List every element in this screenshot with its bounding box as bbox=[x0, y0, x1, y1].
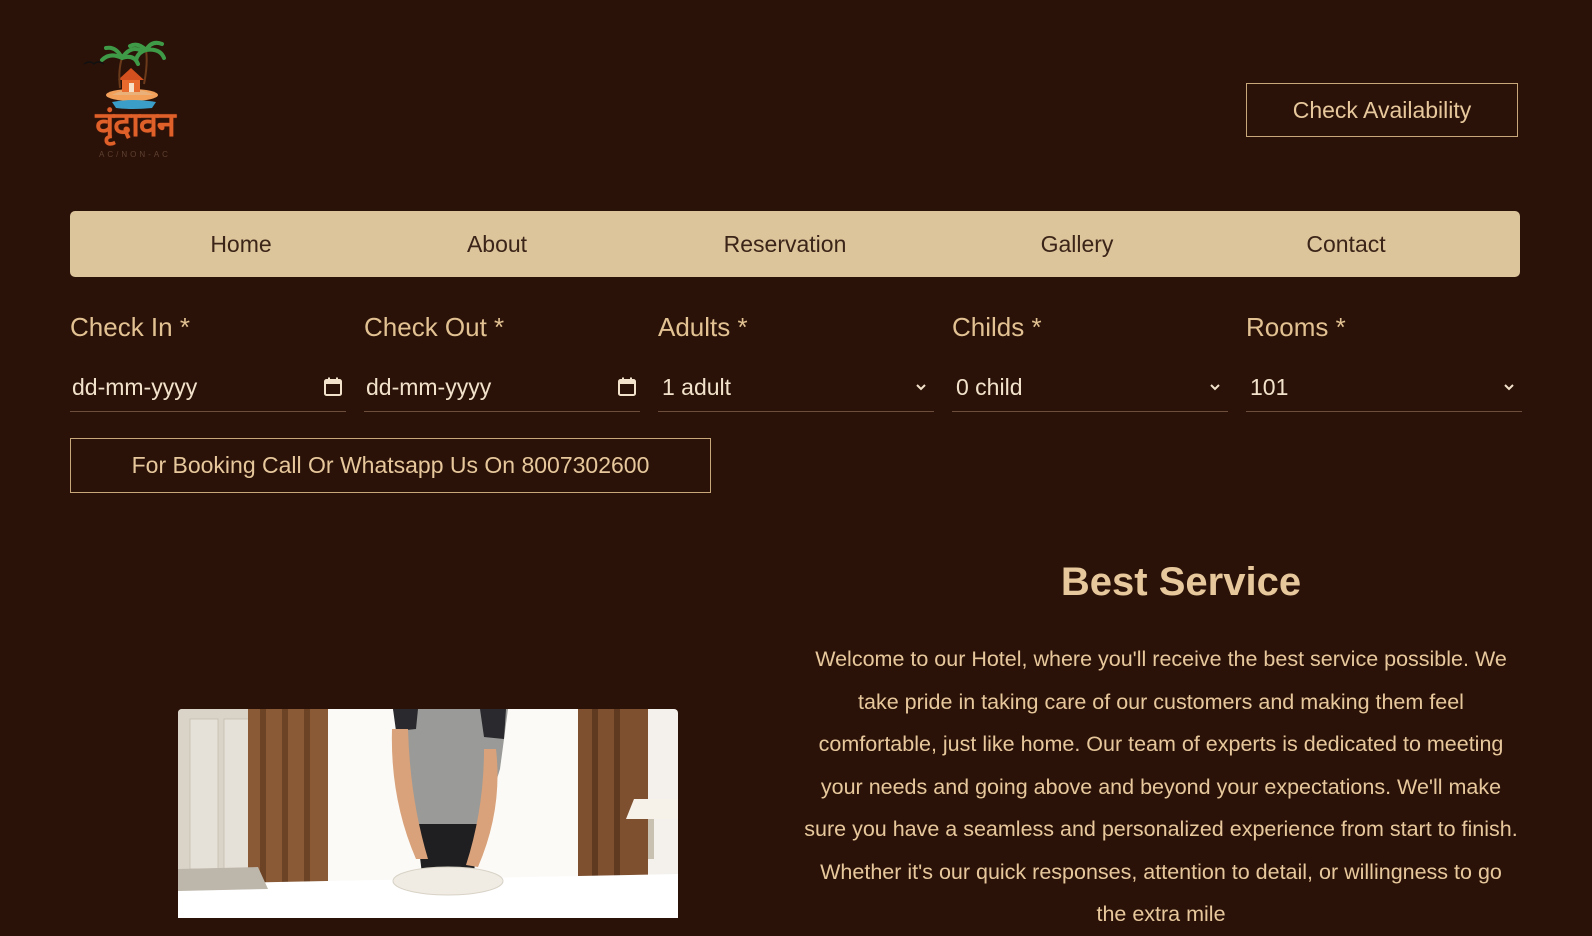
childs-field: Childs * 0 child bbox=[952, 312, 1228, 414]
nav-item-contact[interactable]: Contact bbox=[1306, 211, 1385, 277]
adults-value: 1 adult bbox=[662, 374, 732, 400]
booking-contact-note: For Booking Call Or Whatsapp Us On 80073… bbox=[70, 438, 711, 493]
chevron-down-icon bbox=[916, 384, 926, 391]
childs-select[interactable]: 0 child bbox=[952, 366, 1228, 412]
nav-item-about[interactable]: About bbox=[467, 211, 527, 277]
check-availability-button[interactable]: Check Availability bbox=[1246, 83, 1518, 137]
main-navigation: Home About Reservation Gallery Contact bbox=[70, 211, 1520, 277]
adults-field: Adults * 1 adult bbox=[658, 312, 934, 414]
rooms-field: Rooms * 101 bbox=[1246, 312, 1522, 414]
check-out-label: Check Out * bbox=[364, 312, 505, 342]
childs-label: Childs * bbox=[952, 312, 1042, 342]
check-in-field: Check In * dd-mm-yyyy bbox=[70, 312, 346, 414]
nav-item-reservation[interactable]: Reservation bbox=[724, 211, 847, 277]
check-out-input[interactable]: dd-mm-yyyy bbox=[364, 366, 640, 412]
check-out-field: Check Out * dd-mm-yyyy bbox=[364, 312, 640, 414]
section-description: Welcome to our Hotel, where you'll recei… bbox=[804, 647, 1518, 926]
check-in-input[interactable]: dd-mm-yyyy bbox=[70, 366, 346, 412]
nav-item-gallery[interactable]: Gallery bbox=[1041, 211, 1114, 277]
housekeeping-photo bbox=[178, 709, 678, 918]
adults-select[interactable]: 1 adult bbox=[658, 366, 934, 412]
chevron-down-icon bbox=[1504, 384, 1514, 391]
rooms-select[interactable]: 101 bbox=[1246, 366, 1522, 412]
rooms-value: 101 bbox=[1250, 374, 1289, 400]
hotel-logo[interactable]: वृंदावन AC/NON-AC bbox=[82, 40, 188, 164]
childs-value: 0 child bbox=[956, 374, 1023, 400]
logo-subtitle: AC/NON-AC bbox=[99, 150, 171, 159]
rooms-label: Rooms * bbox=[1246, 312, 1346, 342]
check-out-placeholder: dd-mm-yyyy bbox=[366, 374, 492, 400]
nav-item-home[interactable]: Home bbox=[210, 211, 271, 277]
check-in-label: Check In * bbox=[70, 312, 190, 342]
calendar-icon[interactable] bbox=[322, 376, 344, 398]
chevron-down-icon bbox=[1210, 384, 1220, 391]
adults-label: Adults * bbox=[658, 312, 748, 342]
section-title: Best Service bbox=[1060, 560, 1302, 604]
calendar-icon[interactable] bbox=[616, 376, 638, 398]
logo-wordmark: वृंदावन bbox=[95, 105, 176, 145]
check-in-placeholder: dd-mm-yyyy bbox=[72, 374, 198, 400]
